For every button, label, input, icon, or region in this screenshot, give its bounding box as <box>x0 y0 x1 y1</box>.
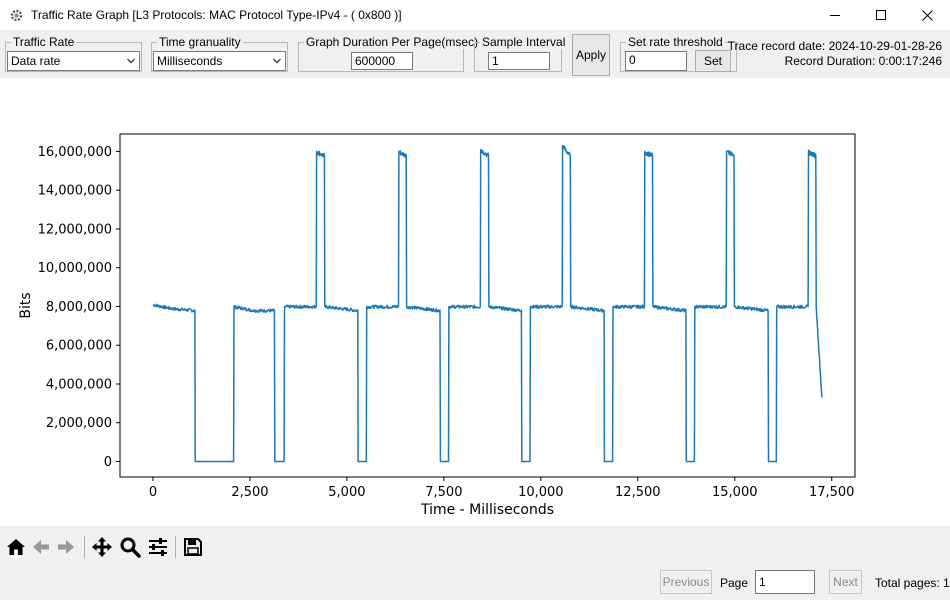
y-tick-label: 0 <box>104 455 112 470</box>
y-axis-label: Bits <box>18 292 34 318</box>
maximize-icon[interactable] <box>858 0 904 30</box>
graph-duration-label: Graph Duration Per Page(msec) <box>304 35 481 49</box>
navigation-toolbar <box>0 526 950 566</box>
sample-interval-value: 1 <box>492 54 499 68</box>
chevron-down-icon <box>273 58 281 64</box>
x-tick-label: 7,500 <box>425 485 462 500</box>
x-tick-label: 2,500 <box>231 485 268 500</box>
trace-record-date: Trace record date: 2024-10-29-01-28-26 <box>727 39 942 53</box>
y-tick-label: 16,000,000 <box>38 145 112 160</box>
x-tick-label: 12,500 <box>615 485 661 500</box>
trace-info: Trace record date: 2024-10-29-01-28-26 R… <box>722 39 942 69</box>
traffic-rate-select[interactable]: Data rate <box>7 51 140 71</box>
pan-icon[interactable] <box>91 536 113 558</box>
y-tick-label: 14,000,000 <box>38 184 112 199</box>
configure-subplots-icon[interactable] <box>147 536 169 558</box>
close-icon[interactable] <box>904 0 950 30</box>
plot-area: 0 2,500 5,000 7,500 10,000 12,500 15,000 17,500… <box>0 78 950 526</box>
x-tick-label: 15,000 <box>712 485 758 500</box>
x-tick-label: 5,000 <box>328 485 365 500</box>
record-duration: Record Duration: 0:00:17:246 <box>784 54 942 68</box>
traffic-rate-label: Traffic Rate <box>11 35 77 49</box>
window-title: Traffic Rate Graph [L3 Protocols: MAC Pr… <box>31 8 402 22</box>
home-icon[interactable] <box>5 536 27 558</box>
controls-toolbar: Traffic Rate Data rate Time granuality M… <box>0 30 950 78</box>
graph-duration-value: 600000 <box>355 54 396 68</box>
save-icon[interactable] <box>182 536 204 558</box>
threshold-value: 0 <box>629 53 636 67</box>
y-tick-label: 6,000,000 <box>46 339 112 354</box>
back-arrow-icon[interactable] <box>30 536 52 558</box>
y-tick-label: 8,000,000 <box>46 300 112 315</box>
page-label: Page <box>720 576 749 590</box>
total-pages: Total pages: 1 <box>875 576 950 590</box>
threshold-input[interactable]: 0 <box>625 51 687 71</box>
x-axis-label: Time - Milliseconds <box>420 502 554 518</box>
previous-button[interactable]: Previous <box>660 570 712 594</box>
next-button[interactable]: Next <box>829 570 862 594</box>
set-button-label: Set <box>703 54 722 68</box>
x-tick-label: 17,500 <box>809 485 855 500</box>
chevron-down-icon <box>127 58 135 64</box>
x-tick-label: 10,000 <box>518 485 564 500</box>
page-value: 1 <box>759 575 766 589</box>
apply-button-label: Apply <box>575 48 607 62</box>
y-tick-label: 4,000,000 <box>46 377 112 392</box>
traffic-rate-value: Data rate <box>11 54 61 68</box>
time-granularity-select[interactable]: Milliseconds <box>153 51 286 71</box>
title-bar: Traffic Rate Graph [L3 Protocols: MAC Pr… <box>0 0 950 30</box>
sample-interval-label: Sample Interval <box>480 35 568 49</box>
traffic-rate-chart[interactable]: 0 2,500 5,000 7,500 10,000 12,500 15,000 17,500… <box>0 78 950 526</box>
app-gear-icon <box>9 8 23 22</box>
page-input[interactable]: 1 <box>755 570 815 594</box>
graph-duration-input[interactable]: 600000 <box>351 52 413 70</box>
next-label: Next <box>833 575 858 589</box>
time-granularity-value: Milliseconds <box>157 54 223 68</box>
threshold-label: Set rate threshold <box>626 35 725 49</box>
sample-interval-input[interactable]: 1 <box>488 52 550 70</box>
toolbar-separator <box>175 536 176 558</box>
zoom-icon[interactable] <box>119 536 141 558</box>
time-granularity-label: Time granuality <box>157 35 243 49</box>
minimize-icon[interactable] <box>812 0 858 30</box>
y-tick-label: 2,000,000 <box>46 416 112 431</box>
previous-label: Previous <box>662 575 710 589</box>
x-tick-label: 0 <box>149 485 157 500</box>
apply-button[interactable]: Apply <box>572 34 610 76</box>
y-tick-label: 10,000,000 <box>38 261 112 276</box>
axes-frame <box>119 133 856 478</box>
pager: Previous Page 1 Next Total pages: 1 <box>0 566 950 600</box>
y-tick-label: 12,000,000 <box>38 222 112 237</box>
toolbar-separator <box>84 536 85 558</box>
forward-arrow-icon[interactable] <box>55 536 77 558</box>
